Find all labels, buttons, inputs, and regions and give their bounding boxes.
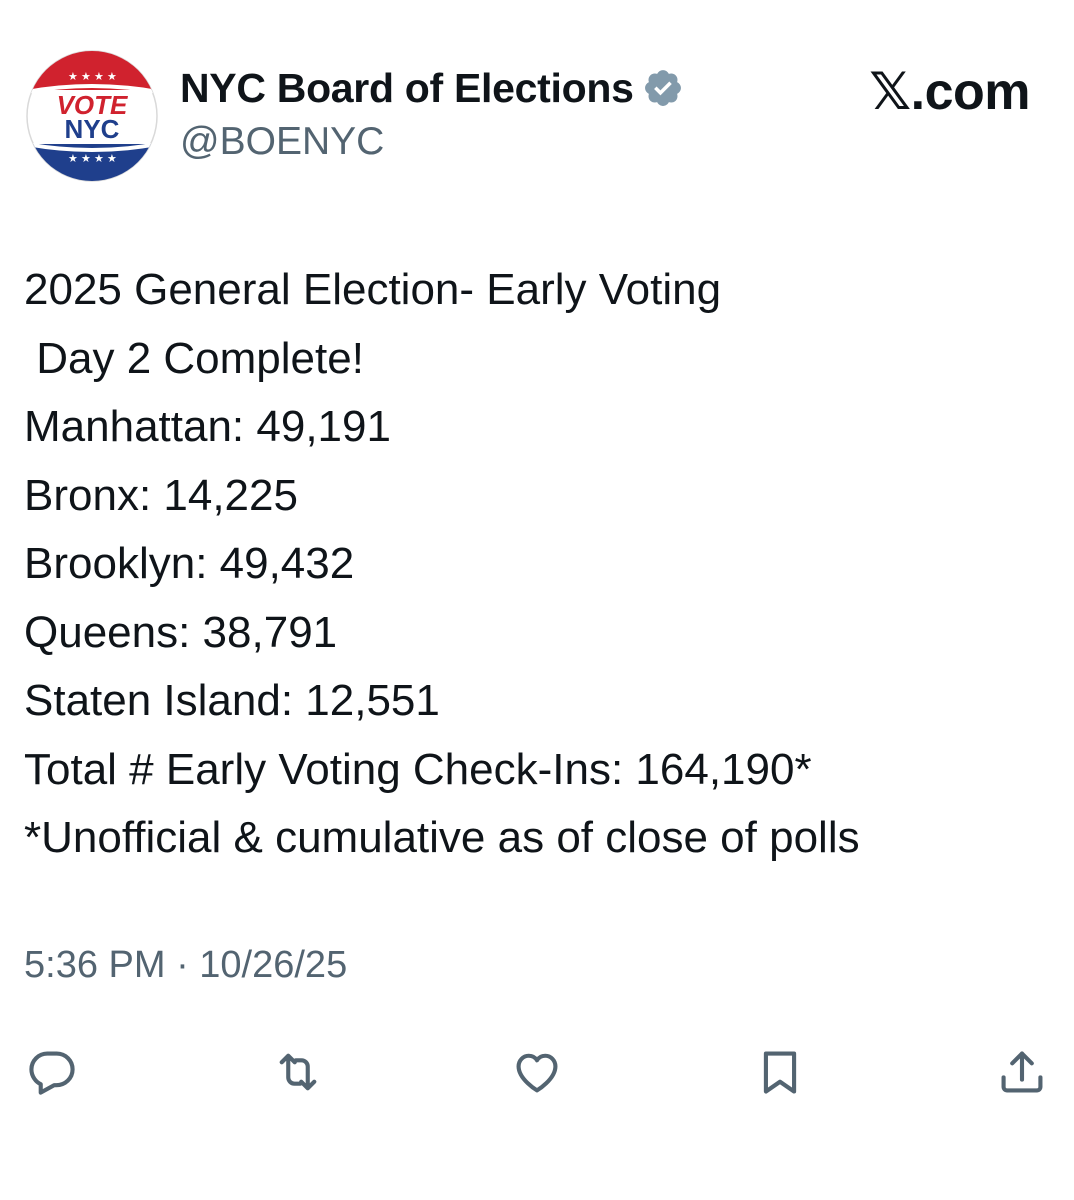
avatar[interactable]: ★ ★ ★ ★ ★ ★ ★ ★ VOTE NYC	[26, 50, 158, 182]
tweet-timestamp[interactable]: 5:36 PM · 10/26/25	[24, 944, 347, 987]
tweet-line: Total # Early Voting Check-Ins: 164,190*	[24, 744, 812, 794]
tweet-line: Day 2 Complete!	[24, 333, 364, 383]
tweet-line: *Unofficial & cumulative as of close of …	[24, 813, 860, 862]
like-button[interactable]	[505, 1040, 569, 1104]
tweet-line: Bronx: 14,225	[24, 470, 298, 520]
vote-nyc-logo: ★ ★ ★ ★ ★ ★ ★ ★ VOTE NYC	[26, 50, 158, 182]
tweet-line: 2025 General Election- Early Voting	[24, 265, 722, 314]
action-bar	[0, 1040, 1074, 1104]
site-mark: 𝕏.com	[869, 63, 1030, 121]
repost-button[interactable]	[266, 1040, 330, 1104]
avatar-text-nyc: NYC	[65, 114, 120, 144]
tweet-text: 2025 General Election- Early Voting Day …	[24, 256, 1054, 873]
tweet-line: Manhattan: 49,191	[24, 402, 391, 451]
svg-text:★: ★	[107, 70, 117, 83]
reply-button[interactable]	[20, 1040, 84, 1104]
svg-text:★: ★	[68, 152, 78, 165]
share-button[interactable]	[990, 1040, 1054, 1104]
display-name[interactable]: NYC Board of Elections	[180, 65, 634, 112]
tweet-line: Queens: 38,791	[24, 607, 338, 657]
bookmark-icon	[763, 1051, 797, 1094]
repost-icon	[279, 1053, 317, 1091]
handle[interactable]: @BOENYC	[180, 120, 684, 164]
share-icon	[1001, 1051, 1043, 1093]
svg-text:★: ★	[81, 152, 91, 165]
svg-text:★: ★	[94, 152, 104, 165]
account-header: NYC Board of Elections @BOENYC	[180, 60, 684, 164]
svg-text:★: ★	[81, 70, 91, 83]
svg-text:★: ★	[94, 70, 104, 83]
reply-icon	[29, 1051, 75, 1095]
heart-icon	[516, 1053, 558, 1093]
verified-badge-icon	[642, 67, 684, 109]
svg-text:★: ★	[107, 152, 117, 165]
svg-text:★: ★	[68, 70, 78, 83]
tweet-line: Staten Island: 12,551	[24, 676, 440, 725]
tweet-line: Brooklyn: 49,432	[24, 539, 355, 588]
bookmark-button[interactable]	[748, 1040, 812, 1104]
